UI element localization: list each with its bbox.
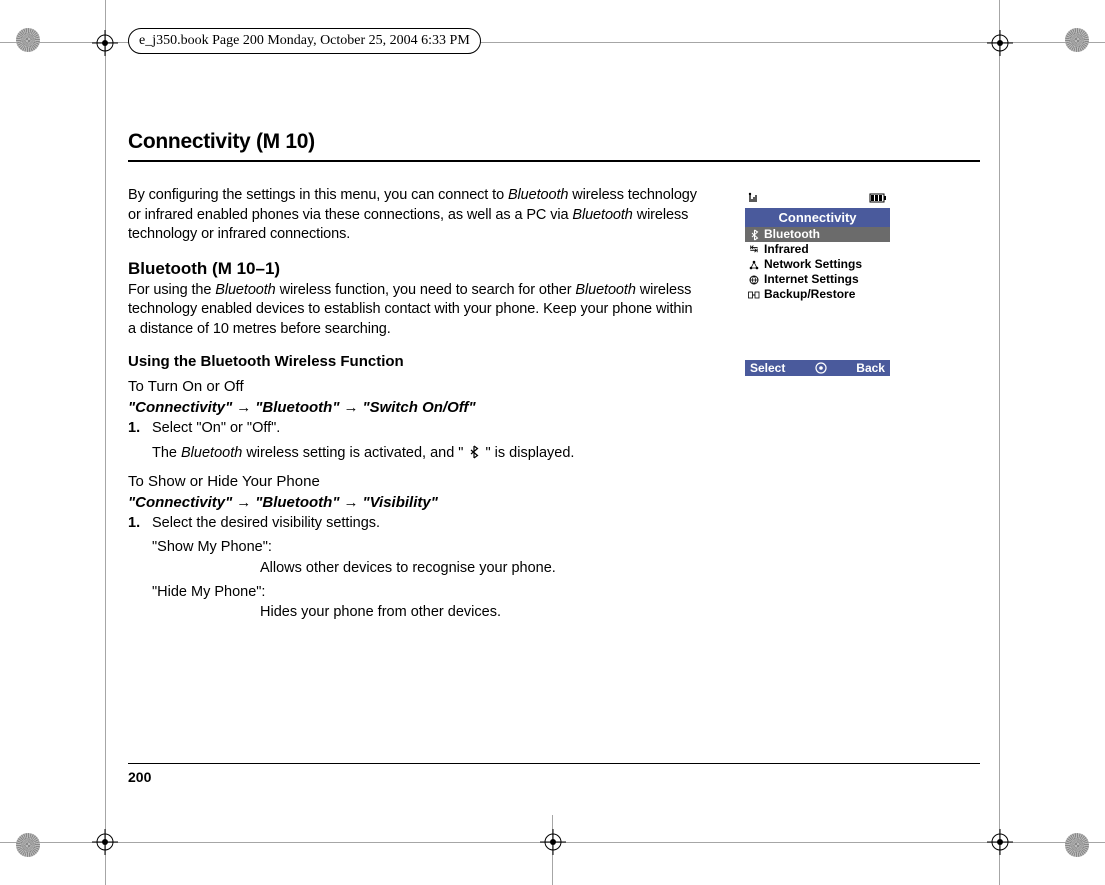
- softkey-bar: Select Back: [745, 360, 890, 376]
- step-row: 1. Select "On" or "Off".: [128, 418, 698, 438]
- heading-turn-on-off: To Turn On or Off: [128, 378, 698, 395]
- nav-segment: "Connectivity": [128, 399, 232, 416]
- menu-item-bluetooth[interactable]: Bluetooth: [745, 227, 890, 242]
- crop-mark-icon: [1065, 28, 1089, 52]
- bluetooth-term: Bluetooth: [181, 445, 242, 461]
- backup-icon: [748, 290, 760, 300]
- option-label: "Show My Phone":: [152, 537, 698, 557]
- text: wireless setting is activated, and ": [242, 445, 467, 461]
- registration-mark-icon: [987, 829, 1013, 855]
- page-header-text: e_j350.book Page 200 Monday, October 25,…: [128, 28, 481, 54]
- nav-segment: "Connectivity": [128, 494, 232, 511]
- main-content: Connectivity (M 10) By configuring the s…: [128, 130, 698, 622]
- text: By configuring the settings in this menu…: [128, 187, 508, 203]
- registration-mark-icon: [540, 829, 566, 855]
- heading-connectivity: Connectivity (M 10): [128, 130, 698, 154]
- phone-body-fill: [745, 302, 890, 360]
- bluetooth-intro: For using the Bluetooth wireless functio…: [128, 281, 698, 340]
- text: wireless function, you need to search fo…: [276, 282, 576, 298]
- network-icon: [748, 260, 760, 270]
- menu-label: Infrared: [764, 242, 809, 257]
- arrow-icon: →: [236, 399, 251, 416]
- menu-label: Bluetooth: [764, 227, 820, 242]
- text: " is displayed.: [481, 445, 574, 461]
- crop-line: [105, 0, 106, 885]
- step-number: 1.: [128, 418, 152, 438]
- visibility-option: "Show My Phone": Allows other devices to…: [152, 537, 698, 578]
- crop-mark-icon: [16, 28, 40, 52]
- softkey-middle-icon[interactable]: [815, 362, 827, 374]
- registration-mark-icon: [92, 30, 118, 56]
- option-desc: Hides your phone from other devices.: [260, 602, 698, 622]
- text: For using the: [128, 282, 215, 298]
- arrow-icon: →: [343, 399, 358, 416]
- step-number: 1.: [128, 513, 152, 533]
- option-desc: Allows other devices to recognise your p…: [260, 558, 698, 578]
- heading-using-bt: Using the Bluetooth Wireless Function: [128, 353, 698, 370]
- nav-segment: "Bluetooth": [255, 494, 339, 511]
- status-bar: [745, 188, 890, 208]
- nav-path-switch: "Connectivity"→"Bluetooth"→"Switch On/Of…: [128, 399, 698, 416]
- infrared-icon: ↹: [748, 242, 760, 257]
- bluetooth-icon: [748, 229, 760, 241]
- visibility-option: "Hide My Phone": Hides your phone from o…: [152, 582, 698, 623]
- text: The: [152, 445, 181, 461]
- nav-segment: "Bluetooth": [255, 399, 339, 416]
- crop-mark-icon: [1065, 833, 1089, 857]
- signal-icon: [748, 192, 764, 204]
- step-row: 1. Select the desired visibility setting…: [128, 513, 698, 533]
- phone-screenshot: Connectivity Bluetooth ↹ Infrared Networ…: [745, 188, 890, 382]
- bluetooth-term: Bluetooth: [215, 282, 275, 298]
- softkey-left[interactable]: Select: [750, 361, 785, 375]
- phone-title: Connectivity: [745, 208, 890, 227]
- softkey-right[interactable]: Back: [856, 361, 885, 375]
- nav-path-visibility: "Connectivity"→"Bluetooth"→"Visibility": [128, 494, 698, 511]
- page-number: 200: [128, 769, 151, 785]
- bluetooth-term: Bluetooth: [508, 187, 568, 203]
- menu-item-backup-restore[interactable]: Backup/Restore: [745, 287, 890, 302]
- heading-bluetooth: Bluetooth (M 10–1): [128, 259, 698, 279]
- menu-item-network-settings[interactable]: Network Settings: [745, 257, 890, 272]
- menu-item-internet-settings[interactable]: Internet Settings: [745, 272, 890, 287]
- option-label: "Hide My Phone":: [152, 582, 698, 602]
- step-text: Select "On" or "Off".: [152, 418, 698, 438]
- bluetooth-icon: [469, 445, 479, 465]
- heading-show-hide: To Show or Hide Your Phone: [128, 473, 698, 490]
- internet-icon: [748, 275, 760, 285]
- registration-mark-icon: [987, 30, 1013, 56]
- step-subtext: The Bluetooth wireless setting is activa…: [152, 443, 698, 465]
- menu-label: Network Settings: [764, 257, 862, 272]
- menu-label: Internet Settings: [764, 272, 859, 287]
- bluetooth-term: Bluetooth: [572, 207, 632, 223]
- crop-mark-icon: [16, 833, 40, 857]
- nav-segment: "Visibility": [362, 494, 437, 511]
- battery-icon: [869, 193, 887, 203]
- registration-mark-icon: [92, 829, 118, 855]
- menu-item-infrared[interactable]: ↹ Infrared: [745, 242, 890, 257]
- crop-line: [999, 0, 1000, 885]
- menu-label: Backup/Restore: [764, 287, 855, 302]
- arrow-icon: →: [236, 494, 251, 511]
- heading-rule: [128, 160, 980, 162]
- intro-paragraph: By configuring the settings in this menu…: [128, 186, 698, 245]
- bluetooth-term: Bluetooth: [575, 282, 635, 298]
- arrow-icon: →: [343, 494, 358, 511]
- nav-segment: "Switch On/Off": [362, 399, 475, 416]
- step-text: Select the desired visibility settings.: [152, 513, 698, 533]
